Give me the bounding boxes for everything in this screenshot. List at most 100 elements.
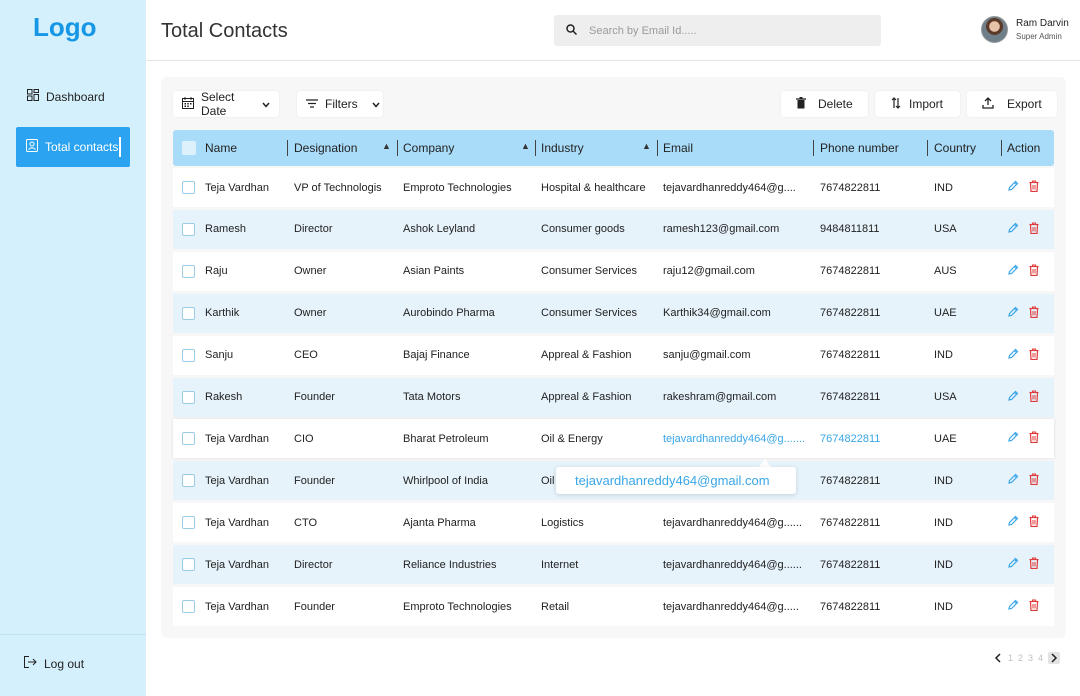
row-checkbox[interactable] [182,558,195,572]
row-checkbox-cell[interactable] [182,294,195,333]
sidebar-item-total-contacts[interactable]: Total contacts [16,127,130,167]
row-checkbox-cell[interactable] [182,503,195,542]
trash-icon[interactable] [1029,222,1039,237]
table-row[interactable]: Teja Vardhan Founder Emproto Technologies R… [173,587,1054,626]
sort-icon[interactable]: ▲︎ [382,141,391,151]
cell-phone[interactable]: 7674822811 [820,461,920,500]
row-checkbox-cell[interactable] [182,168,195,207]
cell-phone[interactable]: 7674822811 [820,168,920,207]
table-row[interactable]: Sanju CEO Bajaj Finance Appreal & Fashion sa… [173,335,1054,375]
cell-email[interactable]: sanju@gmail.com [663,336,811,375]
search-bar[interactable] [554,15,881,46]
column-header-industry[interactable]: Industry [541,130,584,166]
delete-button[interactable]: Delete [781,91,868,117]
cell-email[interactable]: rakeshram@gmail.com [663,378,811,417]
trash-icon[interactable] [1029,390,1039,405]
edit-icon[interactable] [1007,390,1019,405]
trash-icon[interactable] [1029,557,1039,572]
table-row[interactable]: Raju Owner Asian Paints Consumer Services ra… [173,251,1054,291]
row-checkbox-cell[interactable] [182,336,195,375]
table-row[interactable]: Teja Vardhan VP of Technologis Emproto Tec… [173,168,1054,207]
cell-email[interactable]: Karthik34@gmail.com [663,294,811,333]
page-number[interactable]: 3 [1028,653,1033,663]
cell-email[interactable]: tejavardhanreddy464@g...... [663,503,811,542]
table-row[interactable]: Karthik Owner Aurobindo Pharma Consumer Ser… [173,293,1054,333]
row-checkbox[interactable] [182,600,195,613]
column-header-designation[interactable]: Designation [294,130,357,166]
row-checkbox[interactable] [182,222,195,236]
column-header-name[interactable]: Name [205,130,237,166]
edit-icon[interactable] [1007,515,1019,530]
page-number[interactable]: 4 [1038,653,1043,663]
export-button[interactable]: Export [967,91,1057,117]
edit-icon[interactable] [1007,473,1019,488]
table-row[interactable]: Teja Vardhan CIO Bharat Petroleum Oil & Ene… [173,419,1054,459]
cell-email[interactable]: tejavardhanreddy464@g...... [663,545,811,584]
trash-icon[interactable] [1029,306,1039,321]
table-row[interactable]: Rakesh Founder Tata Motors Appreal & Fashio… [173,377,1054,417]
cell-email[interactable]: tejavardhanreddy464@g....... [663,419,811,458]
table-row[interactable]: Ramesh Director Ashok Leyland Consumer good… [173,209,1054,249]
edit-icon[interactable] [1007,306,1019,321]
row-checkbox[interactable] [182,264,195,278]
cell-email[interactable]: tejavardhanreddy464@g.... [663,168,811,207]
cell-phone[interactable]: 9484811811 [820,210,920,249]
select-all-checkbox[interactable] [182,141,196,155]
user-profile[interactable]: Ram Darvin Super Admin [981,16,1069,43]
trash-icon[interactable] [1029,599,1039,614]
cell-email[interactable]: tejavardhanreddy464@g..... [663,587,811,626]
avatar[interactable] [981,16,1008,43]
column-header-phone[interactable]: Phone number [820,130,899,166]
trash-icon[interactable] [1029,515,1039,530]
row-checkbox[interactable] [182,516,195,530]
import-button[interactable]: Import [875,91,960,117]
cell-phone[interactable]: 7674822811 [820,545,920,584]
trash-icon[interactable] [1029,264,1039,279]
row-checkbox[interactable] [182,348,195,362]
trash-icon[interactable] [1029,180,1039,195]
edit-icon[interactable] [1007,348,1019,363]
edit-icon[interactable] [1007,599,1019,614]
cell-phone[interactable]: 7674822811 [820,419,920,458]
next-page-button[interactable] [1048,652,1061,664]
sidebar-item-dashboard[interactable]: Dashboard [27,89,105,104]
select-date-button[interactable]: Select Date [173,90,279,118]
previous-page-button[interactable] [991,652,1003,664]
edit-icon[interactable] [1007,180,1019,195]
cell-phone[interactable]: 7674822811 [820,294,920,333]
sort-icon[interactable]: ▲︎ [521,141,530,151]
page-number[interactable]: 2 [1018,653,1023,663]
cell-email[interactable]: raju12@gmail.com [663,252,811,291]
edit-icon[interactable] [1007,222,1019,237]
row-checkbox[interactable] [182,306,195,320]
logout-button[interactable]: Log out [24,656,84,671]
trash-icon[interactable] [1029,473,1039,488]
cell-phone[interactable]: 7674822811 [820,587,920,626]
cell-phone[interactable]: 7674822811 [820,503,920,542]
row-checkbox-cell[interactable] [182,587,195,626]
row-checkbox-cell[interactable] [182,252,195,291]
select-all-checkbox-cell[interactable] [182,130,196,166]
row-checkbox[interactable] [182,390,195,404]
edit-icon[interactable] [1007,264,1019,279]
row-checkbox-cell[interactable] [182,378,195,417]
row-checkbox[interactable] [182,474,195,488]
edit-icon[interactable] [1007,557,1019,572]
cell-phone[interactable]: 7674822811 [820,378,920,417]
row-checkbox-cell[interactable] [182,419,195,458]
cell-email[interactable]: ramesh123@gmail.com [663,210,811,249]
page-number[interactable]: 1 [1008,653,1013,663]
row-checkbox-cell[interactable] [182,461,195,500]
column-header-company[interactable]: Company [403,130,454,166]
column-header-country[interactable]: Country [934,130,976,166]
row-checkbox-cell[interactable] [182,545,195,584]
table-row[interactable]: Teja Vardhan Director Reliance Industries I… [173,545,1054,585]
row-checkbox[interactable] [182,181,195,194]
row-checkbox-cell[interactable] [182,210,195,249]
trash-icon[interactable] [1029,431,1039,446]
edit-icon[interactable] [1007,431,1019,446]
filters-button[interactable]: Filters [297,91,383,117]
trash-icon[interactable] [1029,348,1039,363]
column-header-email[interactable]: Email [663,130,693,166]
cell-phone[interactable]: 7674822811 [820,252,920,291]
